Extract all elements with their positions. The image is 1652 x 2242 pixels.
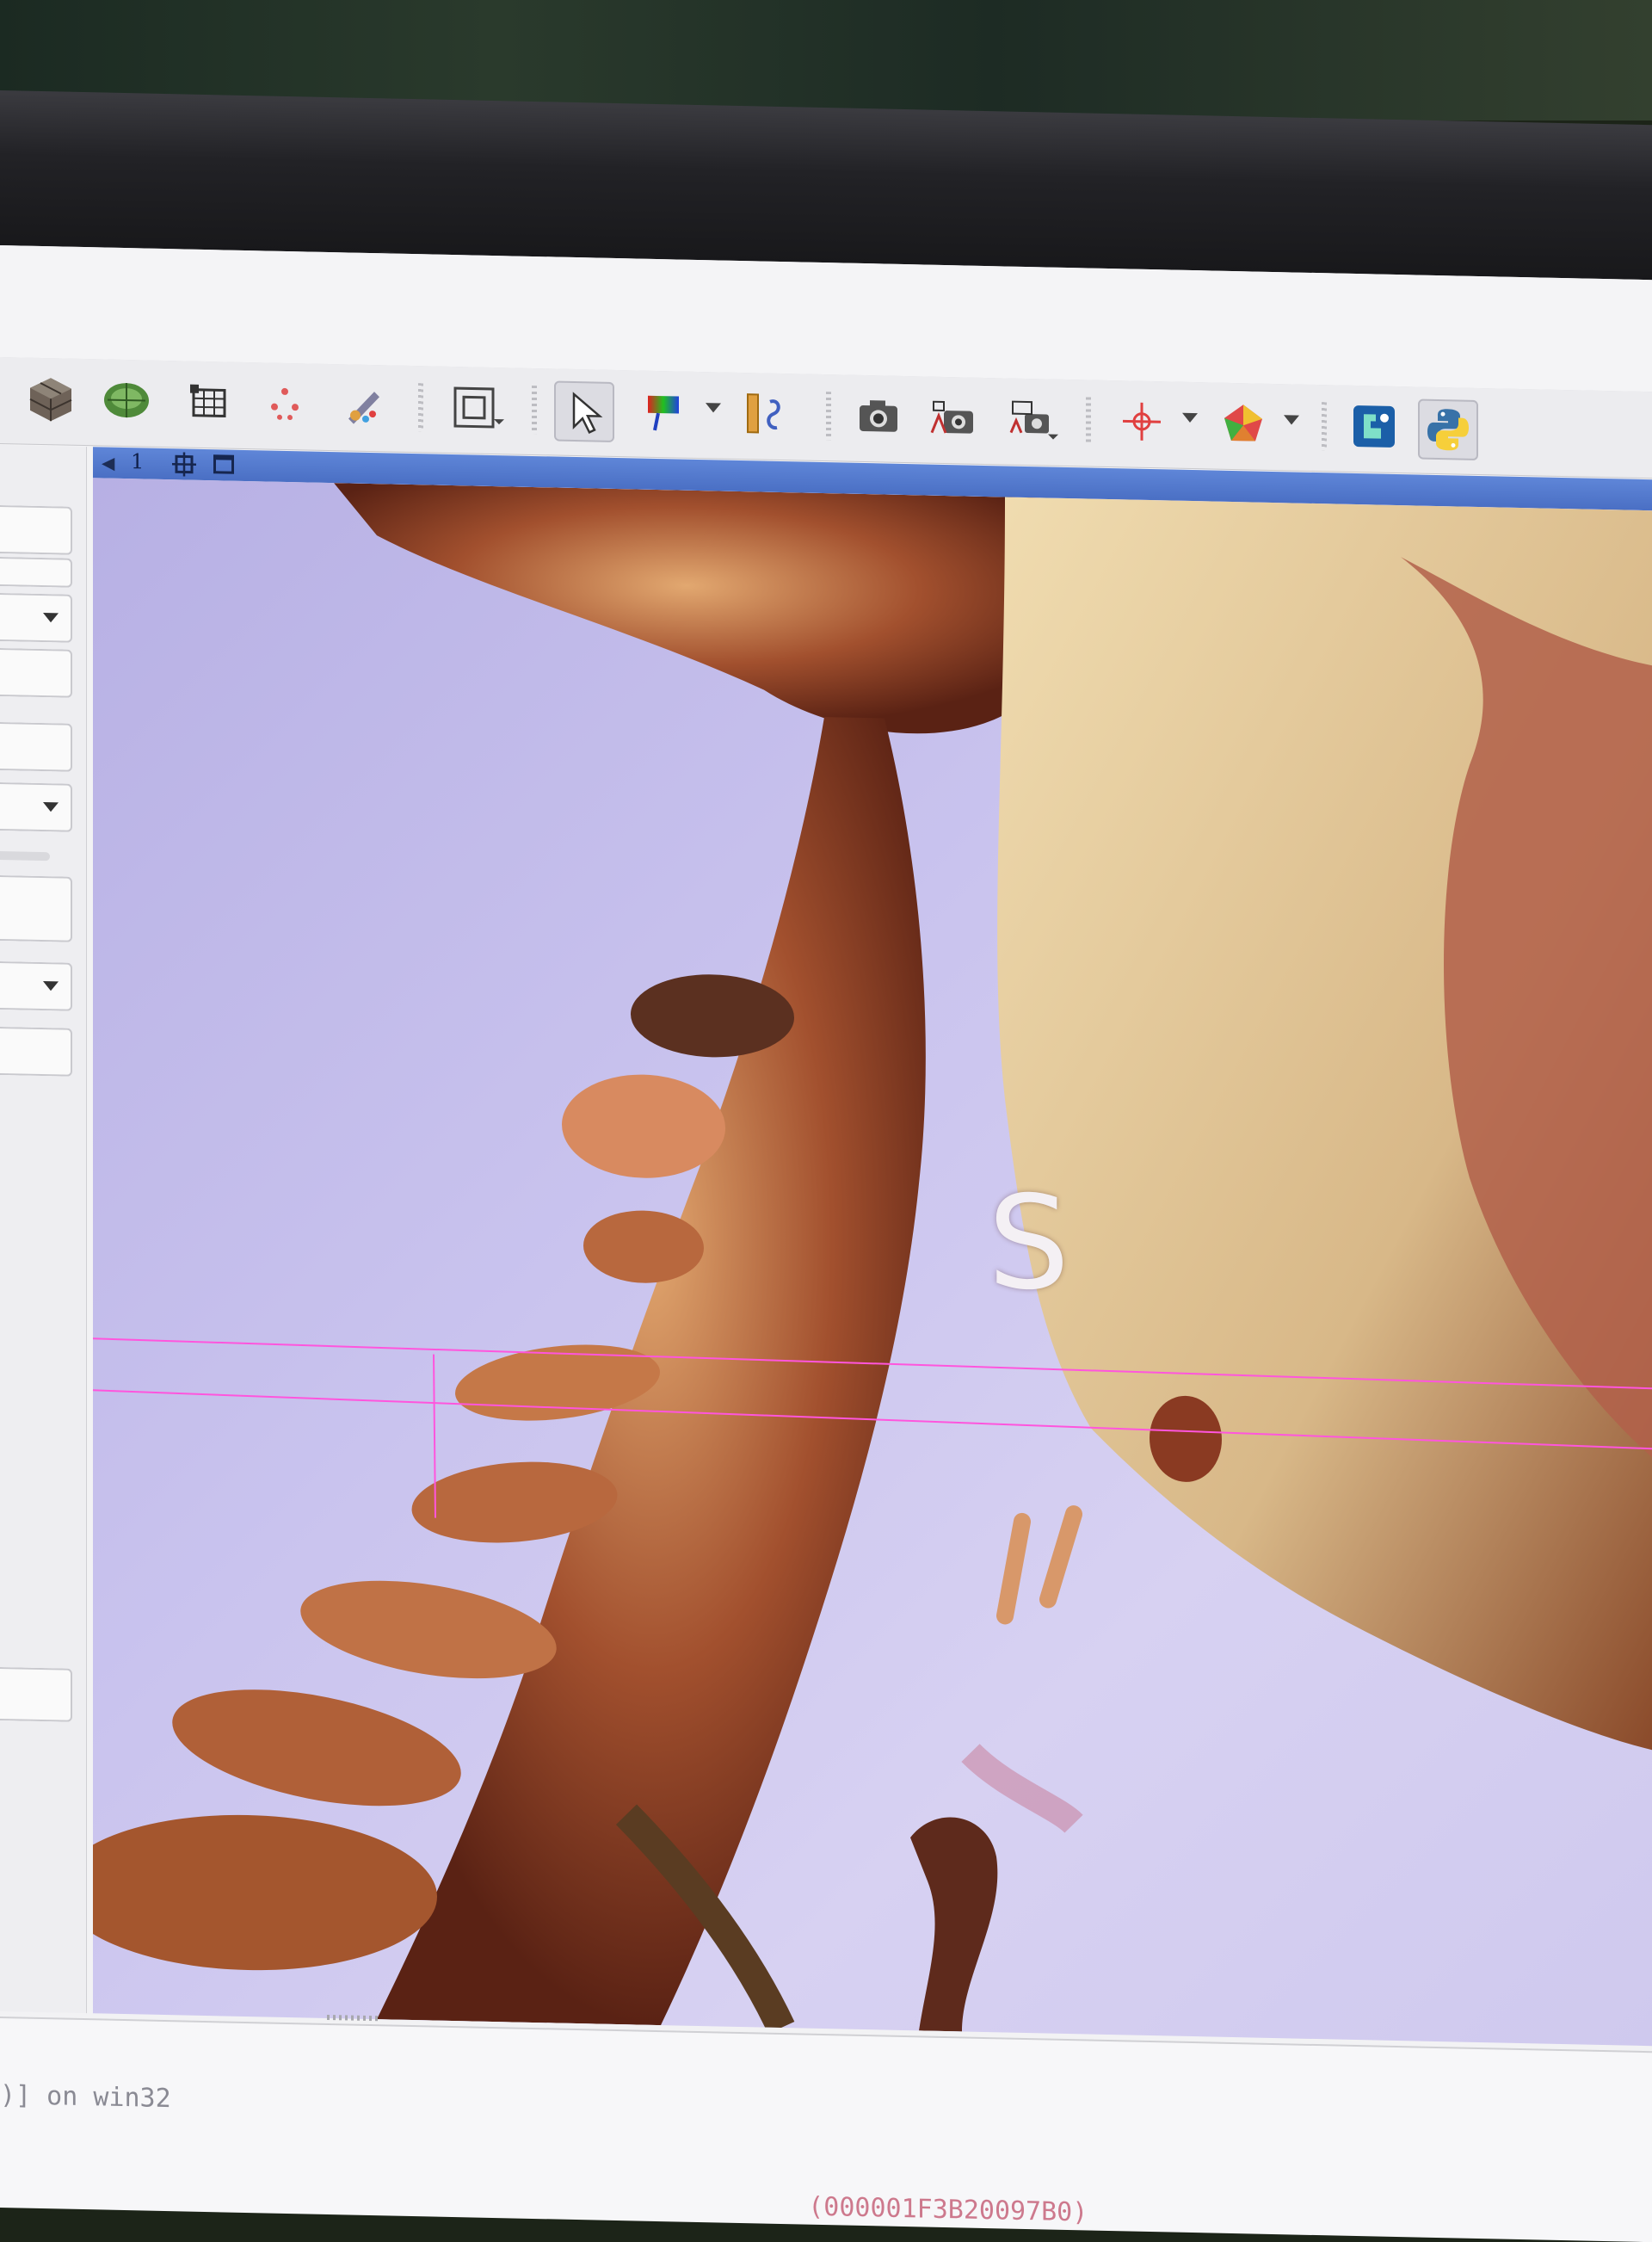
python-icon[interactable] bbox=[1418, 398, 1478, 460]
view-number: 1 bbox=[131, 449, 145, 474]
console-output-line: )] on win32 bbox=[0, 2080, 171, 2115]
chevron-down-icon bbox=[43, 981, 59, 991]
grid-table-icon[interactable] bbox=[181, 373, 237, 430]
scene-views-icon[interactable] bbox=[1002, 390, 1058, 448]
layout-cube-icon[interactable] bbox=[1215, 395, 1272, 453]
window-fit-icon[interactable] bbox=[446, 379, 502, 436]
extension-manager-icon[interactable] bbox=[1346, 398, 1402, 455]
panel-field[interactable] bbox=[0, 875, 72, 942]
panel-field[interactable] bbox=[0, 557, 72, 588]
volume-rendering bbox=[93, 483, 1652, 2035]
colormap-icon[interactable] bbox=[635, 382, 692, 440]
panel-combo[interactable] bbox=[0, 593, 72, 643]
data-cube-icon[interactable] bbox=[22, 370, 79, 428]
volume-render-icon[interactable] bbox=[98, 371, 155, 429]
chevron-down-icon bbox=[43, 613, 59, 623]
module-panel bbox=[0, 445, 87, 2014]
chevron-down-icon bbox=[43, 802, 59, 812]
capture-screenshot-icon[interactable] bbox=[850, 387, 907, 445]
panel-field[interactable] bbox=[0, 1027, 72, 1077]
pointer-arrow-icon[interactable] bbox=[554, 380, 614, 442]
panel-field[interactable] bbox=[0, 722, 72, 772]
orientation-marker: S bbox=[988, 1168, 1070, 1320]
ruler-icon[interactable] bbox=[737, 385, 793, 442]
3d-render-view[interactable]: S bbox=[93, 478, 1652, 2047]
splitter-handle[interactable] bbox=[327, 2014, 379, 2022]
panel-combo[interactable] bbox=[0, 782, 72, 832]
panel-field[interactable] bbox=[0, 1667, 72, 1722]
python-console[interactable]: )] on win32 (000001F3B20097B0) bbox=[0, 2017, 1652, 2242]
segment-editor-brush-icon[interactable] bbox=[336, 376, 392, 434]
center-view-icon[interactable] bbox=[172, 452, 196, 477]
application-window: ◀ 1 S)] on win32 (000001F3B20097B0) bbox=[0, 245, 1652, 2242]
console-output-line: (000001F3B20097B0) bbox=[0, 2175, 1088, 2228]
maximize-view-icon[interactable] bbox=[213, 454, 234, 474]
panel-field[interactable] bbox=[0, 648, 72, 698]
crosshair-icon[interactable] bbox=[1113, 392, 1170, 450]
panel-field[interactable] bbox=[0, 505, 72, 555]
pin-icon[interactable]: ◀ bbox=[102, 452, 114, 472]
panel-combo[interactable] bbox=[0, 961, 72, 1011]
markups-points-icon[interactable] bbox=[256, 374, 313, 432]
panel-slider[interactable] bbox=[0, 851, 50, 862]
capture-scene-icon[interactable] bbox=[924, 388, 981, 446]
